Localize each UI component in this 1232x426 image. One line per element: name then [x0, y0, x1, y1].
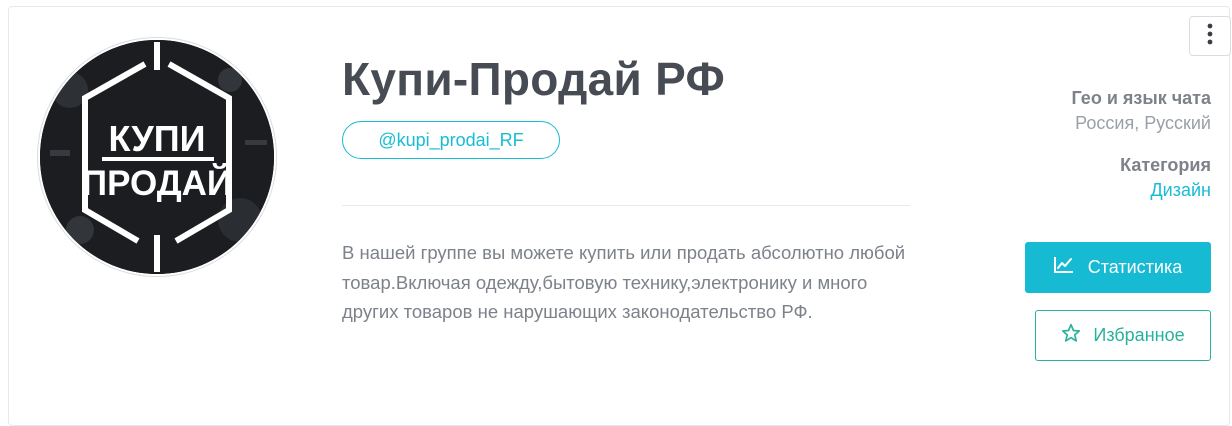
line-chart-icon: [1053, 256, 1074, 279]
category-label: Категория: [1120, 155, 1211, 175]
channel-logo: КУПИ ПРОДАЙ: [40, 40, 274, 274]
geo-value: Россия, Русский: [1075, 113, 1211, 133]
channel-description: В нашей группе вы можете купить или прод…: [342, 242, 906, 322]
geo-language-block: Гео и язык чата Россия, Русский: [1072, 88, 1211, 134]
category-link[interactable]: Дизайн: [1120, 180, 1211, 201]
channel-username-link[interactable]: @kupi_prodai_RF: [342, 121, 560, 159]
geo-label: Гео и язык чата: [1071, 88, 1211, 108]
statistics-button-label: Статистика: [1087, 257, 1183, 277]
logo-text-line1: КУПИ: [108, 118, 205, 159]
category-block: Категория Дизайн: [1120, 155, 1211, 201]
more-options-button[interactable]: [1189, 16, 1231, 56]
favorite-button[interactable]: Избранное: [1035, 310, 1211, 361]
logo-text-line2: ПРОДАЙ: [82, 163, 232, 203]
star-outline-icon: [1061, 323, 1081, 348]
favorite-button-label: Избранное: [1093, 325, 1185, 345]
divider: [342, 205, 910, 206]
more-vertical-icon: [1207, 23, 1213, 50]
channel-title: Купи-Продай РФ: [342, 53, 726, 105]
channel-avatar: КУПИ ПРОДАЙ: [40, 40, 274, 274]
statistics-button[interactable]: Статистика: [1025, 242, 1211, 293]
